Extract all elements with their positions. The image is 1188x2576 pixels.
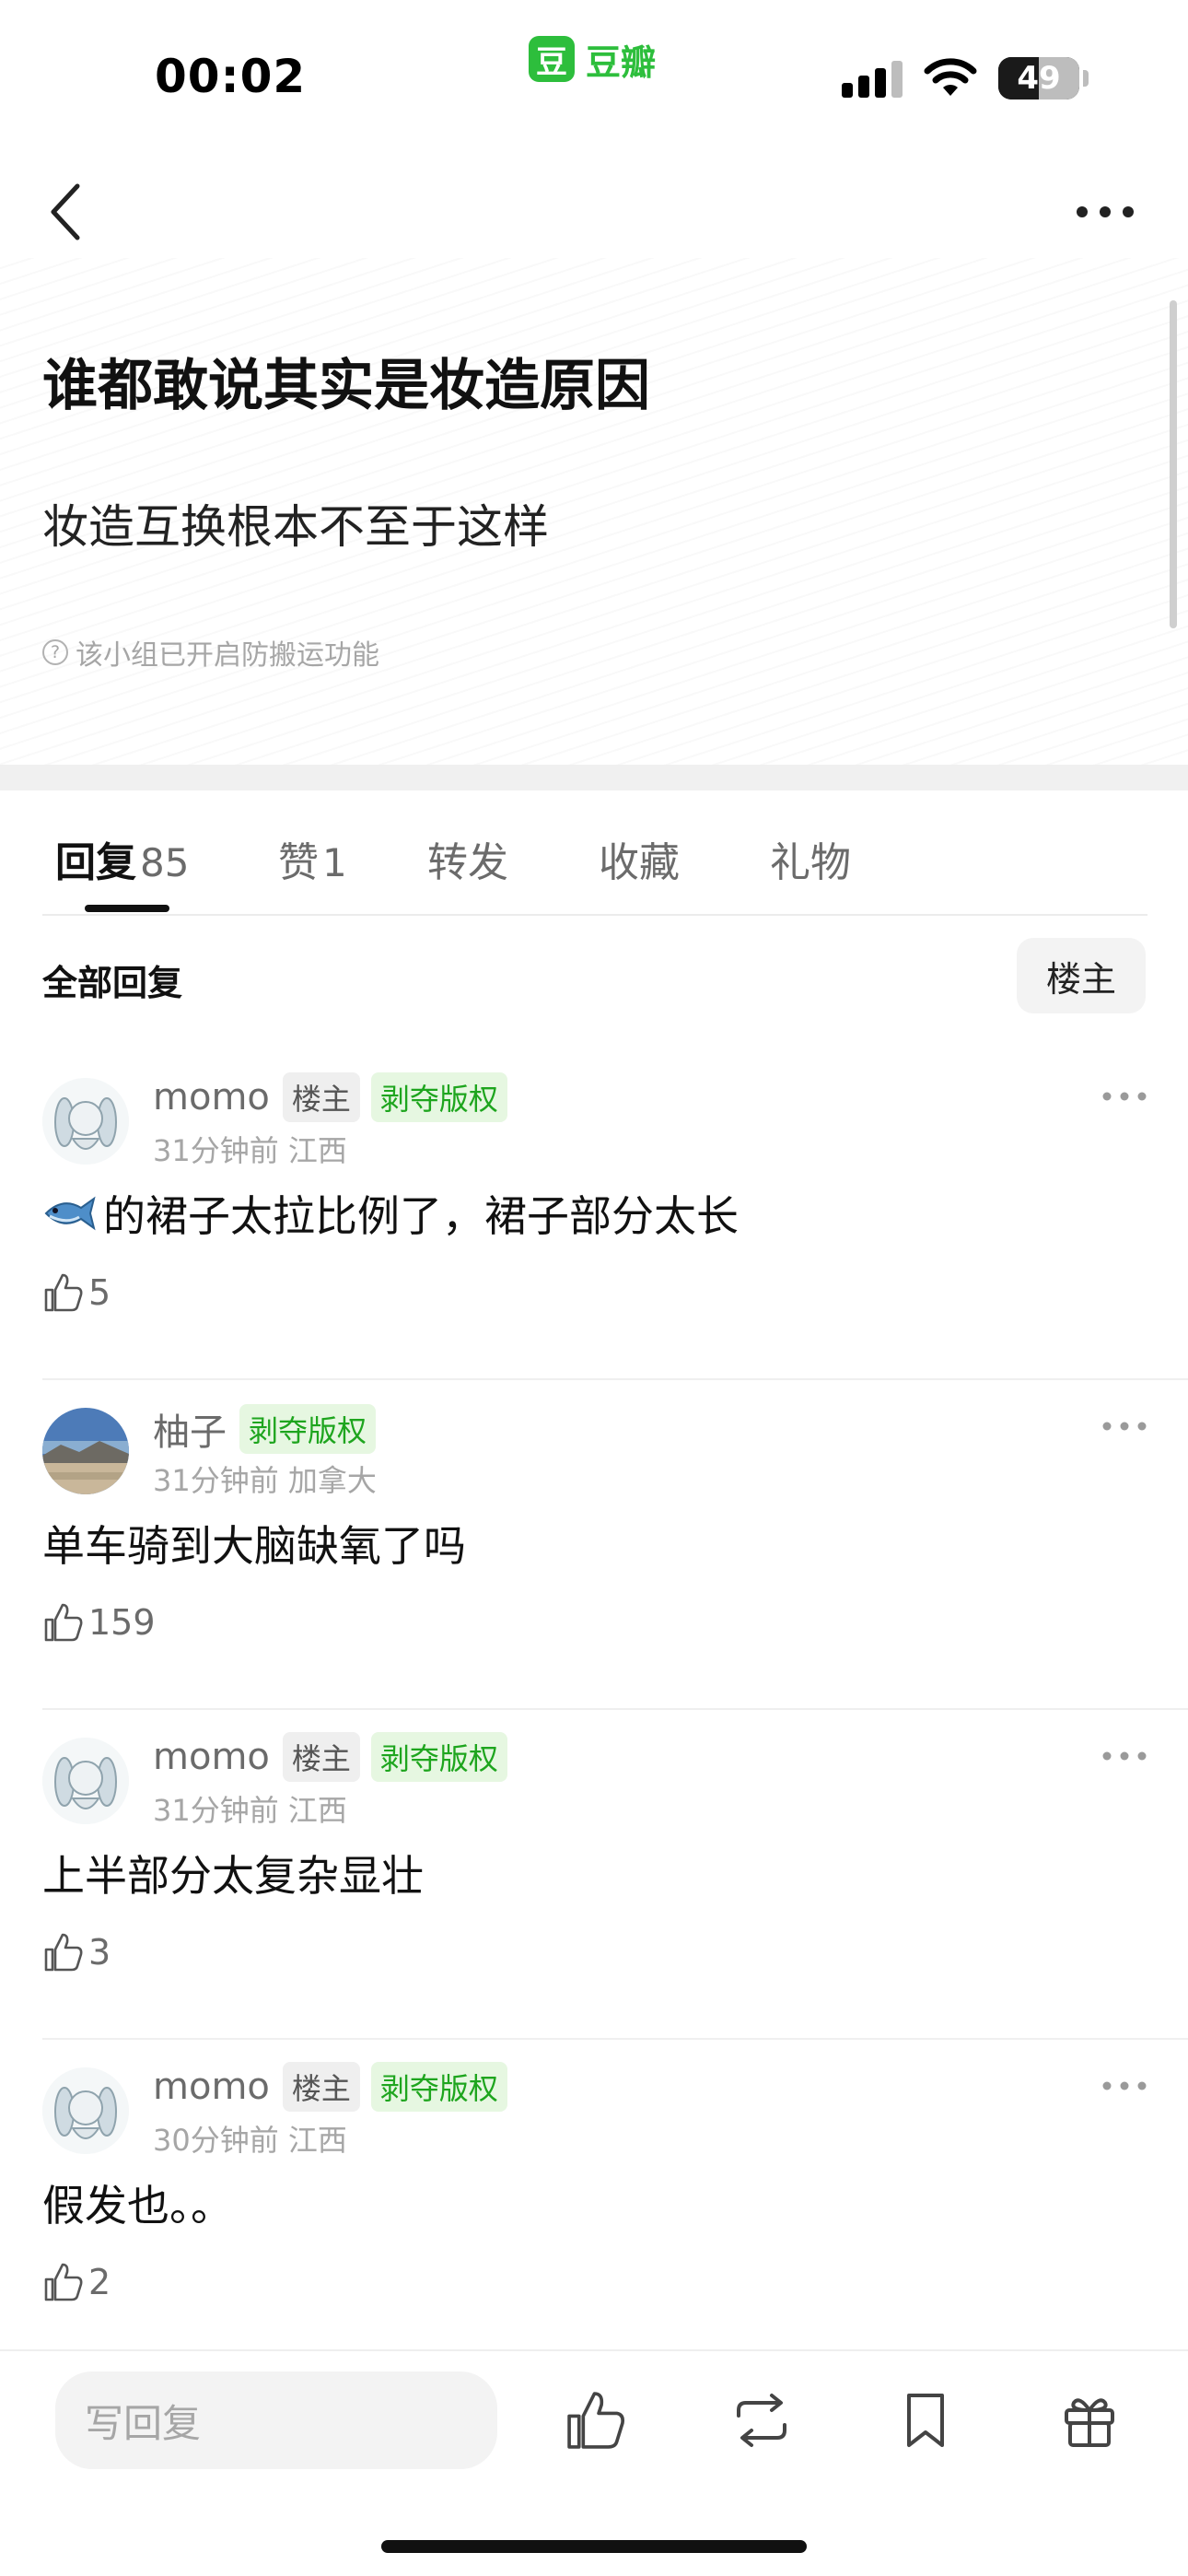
- comment-text: 上半部分太复杂显壮: [42, 1851, 424, 1901]
- like-count: 2: [88, 2262, 111, 2302]
- home-indicator[interactable]: [381, 2540, 807, 2553]
- comment-more-icon[interactable]: [1101, 2077, 1147, 2095]
- scrollbar[interactable]: [1170, 300, 1177, 628]
- wifi-icon: [924, 58, 977, 96]
- bookmark-icon: [907, 2394, 944, 2447]
- bookmark-button[interactable]: [884, 2379, 967, 2462]
- more-options-button[interactable]: [1068, 184, 1142, 240]
- tab-reposts[interactable]: 转发: [427, 829, 508, 888]
- like-post-button[interactable]: [554, 2379, 637, 2462]
- tab-bar: 回复 85 赞 1 转发 收藏 礼物: [0, 790, 1188, 914]
- all-replies-heading: 全部回复: [42, 963, 183, 1003]
- comment-like-button[interactable]: 3: [42, 1931, 111, 1973]
- battery-level: 49: [1017, 60, 1061, 97]
- tab-label: 礼物: [770, 839, 851, 886]
- comment-author-row: momo 楼主 剥夺版权: [153, 1072, 507, 1122]
- comment-like-button[interactable]: 5: [42, 1271, 111, 1314]
- fish-emoji-icon: [44, 1196, 96, 1231]
- question-circle-icon: ?: [42, 639, 68, 665]
- tab-favorites[interactable]: 收藏: [599, 829, 680, 888]
- battery-icon: 49: [998, 57, 1079, 100]
- tab-gifts[interactable]: 礼物: [770, 829, 851, 888]
- comment-meta: 31分钟前 江西: [153, 1793, 347, 1828]
- tab-likes[interactable]: 赞 1: [278, 829, 347, 888]
- op-badge: 楼主: [282, 2062, 360, 2112]
- comment-more-icon[interactable]: [1101, 1417, 1147, 1435]
- status-time: 00:02: [155, 50, 307, 103]
- avatar[interactable]: [42, 1738, 129, 1824]
- section-divider: [0, 765, 1188, 790]
- gift-icon: [1065, 2398, 1114, 2447]
- comment-like-button[interactable]: 159: [42, 1601, 156, 1644]
- username[interactable]: momo: [153, 1076, 270, 1118]
- tabs-divider: [42, 914, 1147, 916]
- comment-like-button[interactable]: 2: [42, 2261, 111, 2303]
- tab-label: 转发: [427, 839, 508, 886]
- comment-meta: 31分钟前 江西: [153, 1133, 347, 1168]
- chevron-left-icon: [51, 183, 80, 240]
- battery-tip: [1083, 70, 1089, 87]
- comment-author-row: momo 楼主 剥夺版权: [153, 1732, 507, 1782]
- anti-copy-notice[interactable]: ? 该小组已开启防搬运功能: [42, 632, 379, 673]
- op-only-filter-button[interactable]: 楼主: [1017, 938, 1146, 1013]
- copyright-badge: 剥夺版权: [370, 2062, 507, 2112]
- like-count: 5: [88, 1272, 111, 1313]
- thumbs-up-icon: [44, 1273, 83, 1312]
- app-indicator: 豆 豆瓣: [529, 35, 656, 83]
- thumbs-up-icon: [44, 1603, 83, 1642]
- op-badge: 楼主: [282, 1072, 360, 1122]
- repost-button[interactable]: [720, 2379, 803, 2462]
- status-bar: 00:02 豆 豆瓣 49: [0, 0, 1188, 138]
- op-badge: 楼主: [282, 1732, 360, 1782]
- douban-logo-icon: 豆: [529, 36, 575, 82]
- reply-input[interactable]: 写回复: [55, 2371, 497, 2469]
- thumbs-up-icon: [567, 2392, 624, 2449]
- comment-text: 假发也。。: [42, 2181, 233, 2231]
- username[interactable]: 柚子: [153, 1402, 227, 1456]
- tab-label: 回复: [55, 839, 136, 886]
- comment-text: 的裙子太拉比例了，裙子部分太长: [42, 1183, 739, 1244]
- avatar[interactable]: [42, 1408, 129, 1494]
- gift-button[interactable]: [1048, 2379, 1131, 2462]
- app-name: 豆瓣: [586, 41, 657, 83]
- like-count: 159: [88, 1602, 156, 1643]
- comment-author-row: momo 楼主 剥夺版权: [153, 2062, 507, 2112]
- more-dots-icon: [1077, 206, 1134, 217]
- active-tab-indicator: [85, 905, 169, 912]
- tab-label: 收藏: [599, 839, 680, 886]
- tab-label: 赞: [278, 839, 319, 886]
- copyright-badge: 剥夺版权: [239, 1404, 377, 1454]
- copyright-badge: 剥夺版权: [370, 1072, 507, 1122]
- comment-item: momo 楼主 剥夺版权 31分钟前 江西 的裙子太拉比例了，裙子部分太长 5: [0, 1050, 1188, 1380]
- comment-meta: 31分钟前 加拿大: [153, 1463, 377, 1498]
- comment-item: momo 楼主 剥夺版权 31分钟前 江西 上半部分太复杂显壮 3: [0, 1710, 1188, 2040]
- comment-item: momo 楼主 剥夺版权 30分钟前 江西 假发也。。 2: [0, 2040, 1188, 2370]
- post-title: 谁都敢说其实是妆造原因: [42, 354, 650, 418]
- cellular-signal-icon: [842, 61, 904, 98]
- thumbs-up-icon: [44, 2263, 83, 2301]
- like-count: 3: [88, 1932, 111, 1973]
- username[interactable]: momo: [153, 1736, 270, 1778]
- comment-text-body: 的裙子太拉比例了，裙子部分太长: [103, 1191, 739, 1241]
- comment-more-icon[interactable]: [1101, 1747, 1147, 1765]
- copyright-badge: 剥夺版权: [370, 1732, 507, 1782]
- repost-icon: [737, 2394, 786, 2447]
- comment-item: 柚子 剥夺版权 31分钟前 加拿大 单车骑到大脑缺氧了吗 159: [0, 1380, 1188, 1710]
- back-button[interactable]: [37, 175, 92, 249]
- tab-count: 1: [322, 840, 347, 885]
- avatar[interactable]: [42, 2067, 129, 2154]
- comment-author-row: 柚子 剥夺版权: [153, 1402, 377, 1456]
- tab-count: 85: [140, 840, 190, 885]
- comment-more-icon[interactable]: [1101, 1087, 1147, 1106]
- comment-meta: 30分钟前 江西: [153, 2123, 347, 2158]
- tab-replies[interactable]: 回复 85: [55, 829, 189, 888]
- avatar[interactable]: [42, 1078, 129, 1165]
- thumbs-up-icon: [44, 1933, 83, 1972]
- comment-text: 单车骑到大脑缺氧了吗: [42, 1521, 466, 1571]
- anti-copy-notice-text: 该小组已开启防搬运功能: [76, 639, 379, 672]
- post-body: 妆造互换根本不至于这样: [42, 500, 549, 554]
- username[interactable]: momo: [153, 2066, 270, 2108]
